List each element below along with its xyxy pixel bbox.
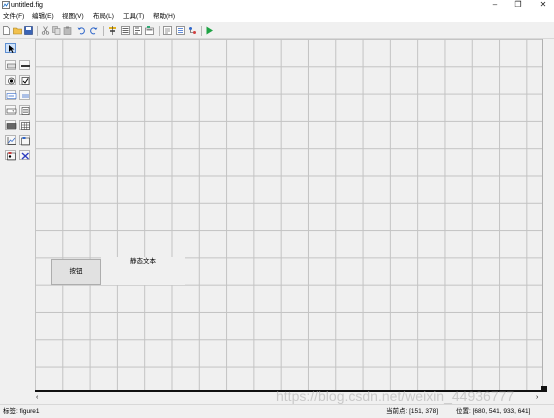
- object-browser-icon[interactable]: [188, 26, 197, 35]
- toggle-button-icon: [6, 123, 17, 129]
- status-current-point: 当前点: [151, 378]: [386, 408, 439, 415]
- arrow-cursor-icon: [9, 45, 15, 53]
- axes-tool[interactable]: [5, 135, 16, 145]
- status-bar: 标签: figure1 当前点: [151, 378] 位置: [680, 54…: [0, 404, 554, 418]
- slider-tool[interactable]: [19, 60, 30, 70]
- table-icon: [21, 122, 30, 130]
- button-group-icon: [7, 152, 16, 161]
- property-inspector-icon[interactable]: [176, 26, 185, 35]
- minimize-button[interactable]: –: [486, 0, 504, 10]
- vertical-scrollbar[interactable]: [542, 39, 554, 391]
- popup-menu-tool[interactable]: [5, 105, 17, 115]
- static-text-tool[interactable]: [19, 90, 30, 100]
- status-position: 位置: [680, 541, 933, 641]: [456, 408, 531, 415]
- paste-icon[interactable]: [63, 26, 72, 35]
- status-tag: 标签: figure1: [3, 408, 40, 415]
- activex-icon: [21, 152, 29, 160]
- push-button[interactable]: 按钮: [51, 259, 101, 285]
- button-group-tool[interactable]: [5, 150, 16, 161]
- activex-tool[interactable]: [19, 150, 30, 160]
- align-icon[interactable]: [108, 26, 117, 35]
- run-icon[interactable]: [205, 26, 214, 35]
- toggle-button-tool[interactable]: [5, 120, 17, 130]
- menu-file[interactable]: 文件(F): [3, 12, 24, 21]
- menu-editor-icon[interactable]: [121, 26, 130, 35]
- window-title: untitled.fig: [11, 2, 43, 9]
- table-tool[interactable]: [19, 120, 30, 130]
- checkbox-tool[interactable]: [19, 75, 30, 85]
- tab-order-icon[interactable]: [133, 26, 142, 35]
- restore-button[interactable]: ❐: [509, 0, 527, 10]
- push-button-tool[interactable]: [5, 60, 16, 70]
- axes-icon: [7, 137, 16, 145]
- horizontal-scrollbar[interactable]: [35, 390, 542, 404]
- menu-tools[interactable]: 工具(T): [123, 12, 144, 21]
- scroll-left-arrow-icon[interactable]: ‹: [36, 394, 44, 402]
- open-icon[interactable]: [13, 26, 22, 35]
- popup-menu-icon: [6, 108, 17, 114]
- scroll-right-arrow-icon[interactable]: ›: [536, 394, 544, 402]
- edit-text-tool[interactable]: [5, 90, 17, 100]
- listbox-icon: [21, 107, 30, 115]
- select-tool[interactable]: [5, 43, 16, 53]
- layout-canvas[interactable]: 按钮 静态文本: [35, 39, 542, 390]
- menu-view[interactable]: 视图(V): [62, 12, 84, 21]
- radio-button-tool[interactable]: [5, 75, 16, 85]
- edit-text-icon: [6, 93, 17, 99]
- title-bar: untitled.fig – ❐ ✕: [0, 0, 554, 11]
- save-icon[interactable]: [24, 26, 33, 35]
- menu-bar: 文件(F) 编辑(E) 视图(V) 布局(L) 工具(T) 帮助(H): [0, 11, 554, 22]
- editor-icon[interactable]: [163, 26, 172, 35]
- toolbar-editor-icon[interactable]: [145, 26, 154, 35]
- listbox-tool[interactable]: [19, 105, 30, 115]
- redo-icon[interactable]: [89, 26, 98, 35]
- component-palette: [0, 39, 34, 392]
- canvas-resize-handle[interactable]: [541, 386, 547, 392]
- radio-button-icon: [8, 77, 15, 85]
- static-text-icon: [22, 94, 29, 98]
- menu-layout[interactable]: 布局(L): [93, 12, 114, 21]
- cut-icon[interactable]: [41, 26, 50, 35]
- figure-app-icon: [2, 1, 10, 9]
- undo-icon[interactable]: [77, 26, 86, 35]
- checkbox-icon: [21, 77, 30, 85]
- new-icon[interactable]: [2, 26, 11, 35]
- slider-icon: [21, 65, 30, 67]
- panel-tool[interactable]: [19, 135, 30, 146]
- push-button-icon: [7, 63, 16, 69]
- copy-icon[interactable]: [52, 26, 61, 35]
- panel-icon: [21, 137, 30, 146]
- toolbar: [0, 23, 554, 39]
- menu-edit[interactable]: 编辑(E): [32, 12, 54, 21]
- close-button[interactable]: ✕: [534, 0, 552, 10]
- static-text[interactable]: 静态文本: [101, 257, 185, 285]
- menu-help[interactable]: 帮助(H): [153, 12, 175, 21]
